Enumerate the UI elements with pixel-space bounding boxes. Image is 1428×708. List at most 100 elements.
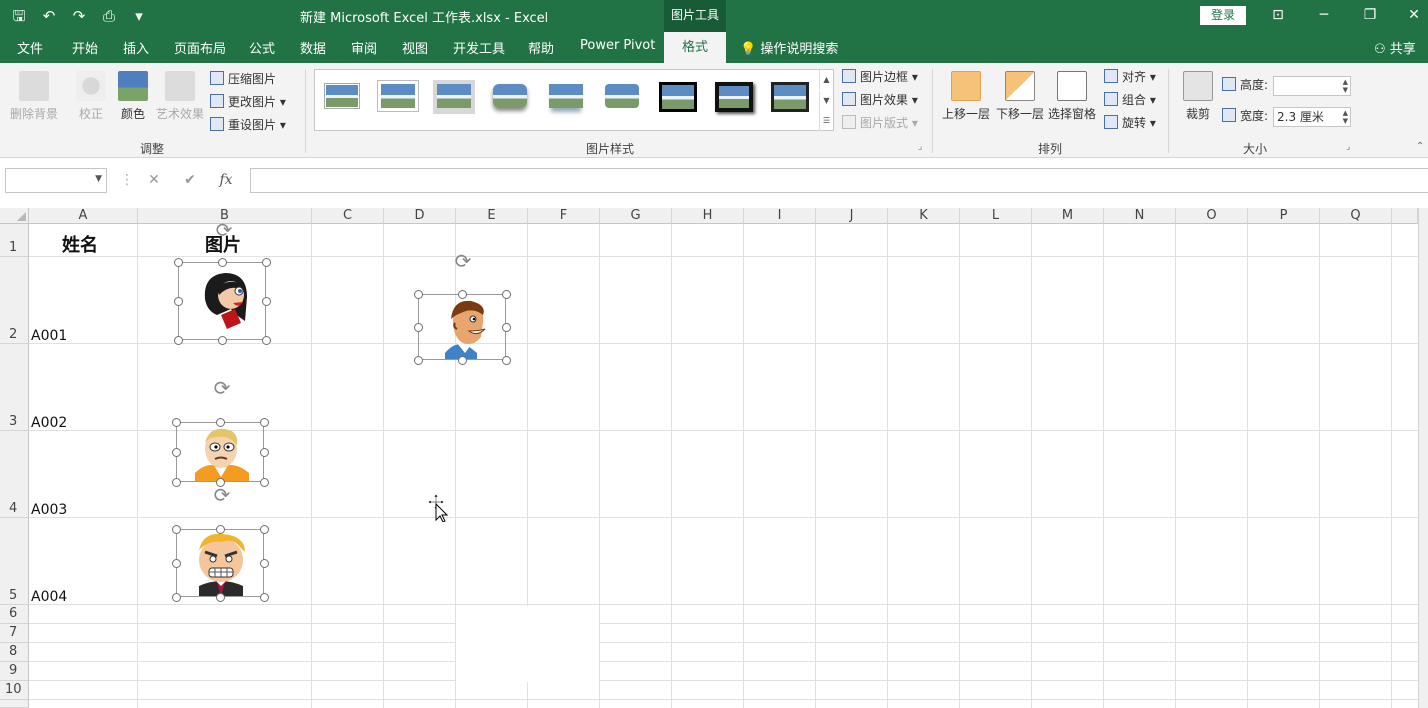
picture-border-button[interactable]: 图片边框 ▾ (842, 67, 918, 87)
restore-icon[interactable]: ❐ (1358, 4, 1382, 26)
resize-handle[interactable] (261, 257, 271, 267)
row-header-4[interactable]: 4 (0, 431, 29, 518)
minimize-icon[interactable]: ─ (1312, 4, 1336, 26)
picture-style-1[interactable] (321, 80, 363, 114)
row-header-2[interactable]: 2 (0, 257, 29, 344)
picture-style-2[interactable] (377, 80, 419, 114)
customize-icon[interactable]: ▾ (128, 6, 150, 26)
resize-handle[interactable] (259, 524, 269, 534)
column-header-j[interactable]: J (816, 208, 888, 224)
resize-handle[interactable] (457, 355, 467, 365)
spin-down-icon[interactable]: ▼ (1343, 117, 1348, 125)
reset-picture-button[interactable]: 重设图片 ▾ (210, 115, 286, 135)
resize-handle[interactable] (171, 592, 181, 602)
gallery-more-icon[interactable]: ☰ (819, 111, 833, 131)
cell-a2[interactable]: A001 (31, 328, 67, 344)
bring-forward-button[interactable]: 上移一层 (940, 71, 992, 122)
tab-review[interactable]: 审阅 (351, 38, 377, 57)
ribbon-display-icon[interactable]: ⊡ (1266, 4, 1290, 26)
select-all-corner[interactable] (0, 208, 29, 224)
selection-pane-button[interactable]: 选择窗格 (1046, 71, 1098, 122)
resize-handle[interactable] (259, 592, 269, 602)
rotate-handle-icon[interactable]: ⟳ (451, 249, 475, 273)
name-box[interactable]: ▼ (5, 168, 107, 193)
resize-handle[interactable] (261, 296, 271, 306)
resize-handle[interactable] (215, 417, 225, 427)
tab-view[interactable]: 视图 (402, 38, 428, 57)
resize-handle[interactable] (413, 322, 423, 332)
gallery-scroll-down-icon[interactable]: ▼ (819, 91, 833, 111)
picture-woman[interactable] (173, 257, 271, 345)
column-header-g[interactable]: G (600, 208, 672, 224)
insert-function-icon[interactable]: fx (208, 172, 244, 188)
crop-button[interactable]: 裁剪 (1180, 71, 1216, 122)
send-backward-button[interactable]: 下移一层 (994, 71, 1046, 122)
resize-handle[interactable] (413, 355, 423, 365)
resize-handle[interactable] (173, 335, 183, 345)
group-button[interactable]: 组合 ▾ (1104, 90, 1156, 110)
cell-a3[interactable]: A002 (31, 415, 67, 431)
share-button[interactable]: ⚇ 共享 (1374, 38, 1416, 57)
color-button[interactable]: 颜色 (116, 71, 150, 122)
align-button[interactable]: 对齐 ▾ (1104, 67, 1156, 87)
redo-icon[interactable]: ↷ (68, 6, 90, 26)
resize-handle[interactable] (217, 257, 227, 267)
collapse-ribbon-icon[interactable]: ⌃ (1416, 141, 1424, 152)
spin-up-icon[interactable]: ▲ (1343, 78, 1348, 86)
tab-format[interactable]: 格式 (664, 32, 726, 63)
rotate-handle-icon[interactable]: ⟳ (212, 218, 236, 242)
tab-home[interactable]: 开始 (72, 38, 98, 57)
rotate-handle-icon[interactable]: ⟳ (210, 483, 234, 507)
picture-angry-man[interactable] (171, 524, 269, 602)
row-header-5[interactable]: 5 (0, 518, 29, 605)
column-header-p[interactable]: P (1248, 208, 1320, 224)
picture-style-4[interactable] (489, 80, 531, 114)
column-header-n[interactable]: N (1104, 208, 1176, 224)
resize-handle[interactable] (259, 417, 269, 427)
column-header-h[interactable]: H (672, 208, 744, 224)
resize-handle[interactable] (501, 355, 511, 365)
picture-effects-button[interactable]: 图片效果 ▾ (842, 90, 918, 110)
resize-handle[interactable] (171, 417, 181, 427)
cell-a1[interactable]: 姓名 (62, 231, 98, 257)
row-header-10[interactable]: 10 (0, 681, 29, 700)
corrections-button[interactable]: 校正 (72, 71, 110, 122)
tell-me-search[interactable]: 💡 操作说明搜索 (740, 38, 838, 57)
tab-page-layout[interactable]: 页面布局 (174, 38, 226, 57)
row-header-11[interactable] (0, 700, 29, 708)
row-header-7[interactable]: 7 (0, 624, 29, 643)
print-preview-icon[interactable]: ⎙ (98, 6, 120, 26)
picture-style-9[interactable] (769, 80, 811, 114)
tab-data[interactable]: 数据 (300, 38, 326, 57)
tab-formulas[interactable]: 公式 (249, 38, 275, 57)
resize-handle[interactable] (215, 524, 225, 534)
column-header-e[interactable]: E (456, 208, 528, 224)
cell-a4[interactable]: A003 (31, 502, 67, 518)
resize-handle[interactable] (173, 296, 183, 306)
worksheet-grid[interactable]: A B C D E F G H I J K L M N O P Q 1 2 3 … (0, 208, 1428, 708)
resize-handle[interactable] (173, 257, 183, 267)
spin-up-icon[interactable]: ▲ (1343, 109, 1348, 117)
column-header-m[interactable]: M (1032, 208, 1104, 224)
resize-handle[interactable] (259, 477, 269, 487)
column-header-a[interactable]: A (29, 208, 138, 224)
close-icon[interactable]: ✕ (1402, 4, 1426, 26)
formula-input[interactable] (250, 168, 1428, 193)
rotate-button[interactable]: 旋转 ▾ (1104, 113, 1156, 133)
resize-handle[interactable] (259, 447, 269, 457)
tab-help[interactable]: 帮助 (528, 38, 554, 57)
rotate-handle-icon[interactable]: ⟳ (210, 376, 234, 400)
row-header-8[interactable]: 8 (0, 643, 29, 662)
column-header-q[interactable]: Q (1320, 208, 1392, 224)
vertical-scrollbar[interactable] (1418, 208, 1428, 708)
enter-icon[interactable]: ✔ (172, 172, 208, 188)
chevron-down-icon[interactable]: ▼ (95, 174, 102, 184)
row-header-3[interactable]: 3 (0, 344, 29, 431)
tab-file[interactable]: 文件 (17, 38, 43, 57)
gallery-scroll-up-icon[interactable]: ▲ (819, 70, 833, 90)
save-icon[interactable]: 🖫 (8, 6, 30, 26)
artistic-effects-button[interactable]: 艺术效果 (154, 71, 206, 122)
column-header-i[interactable]: I (744, 208, 816, 224)
picture-styles-gallery[interactable]: ▲ ▼ ☰ (314, 69, 834, 131)
resize-handle[interactable] (501, 289, 511, 299)
